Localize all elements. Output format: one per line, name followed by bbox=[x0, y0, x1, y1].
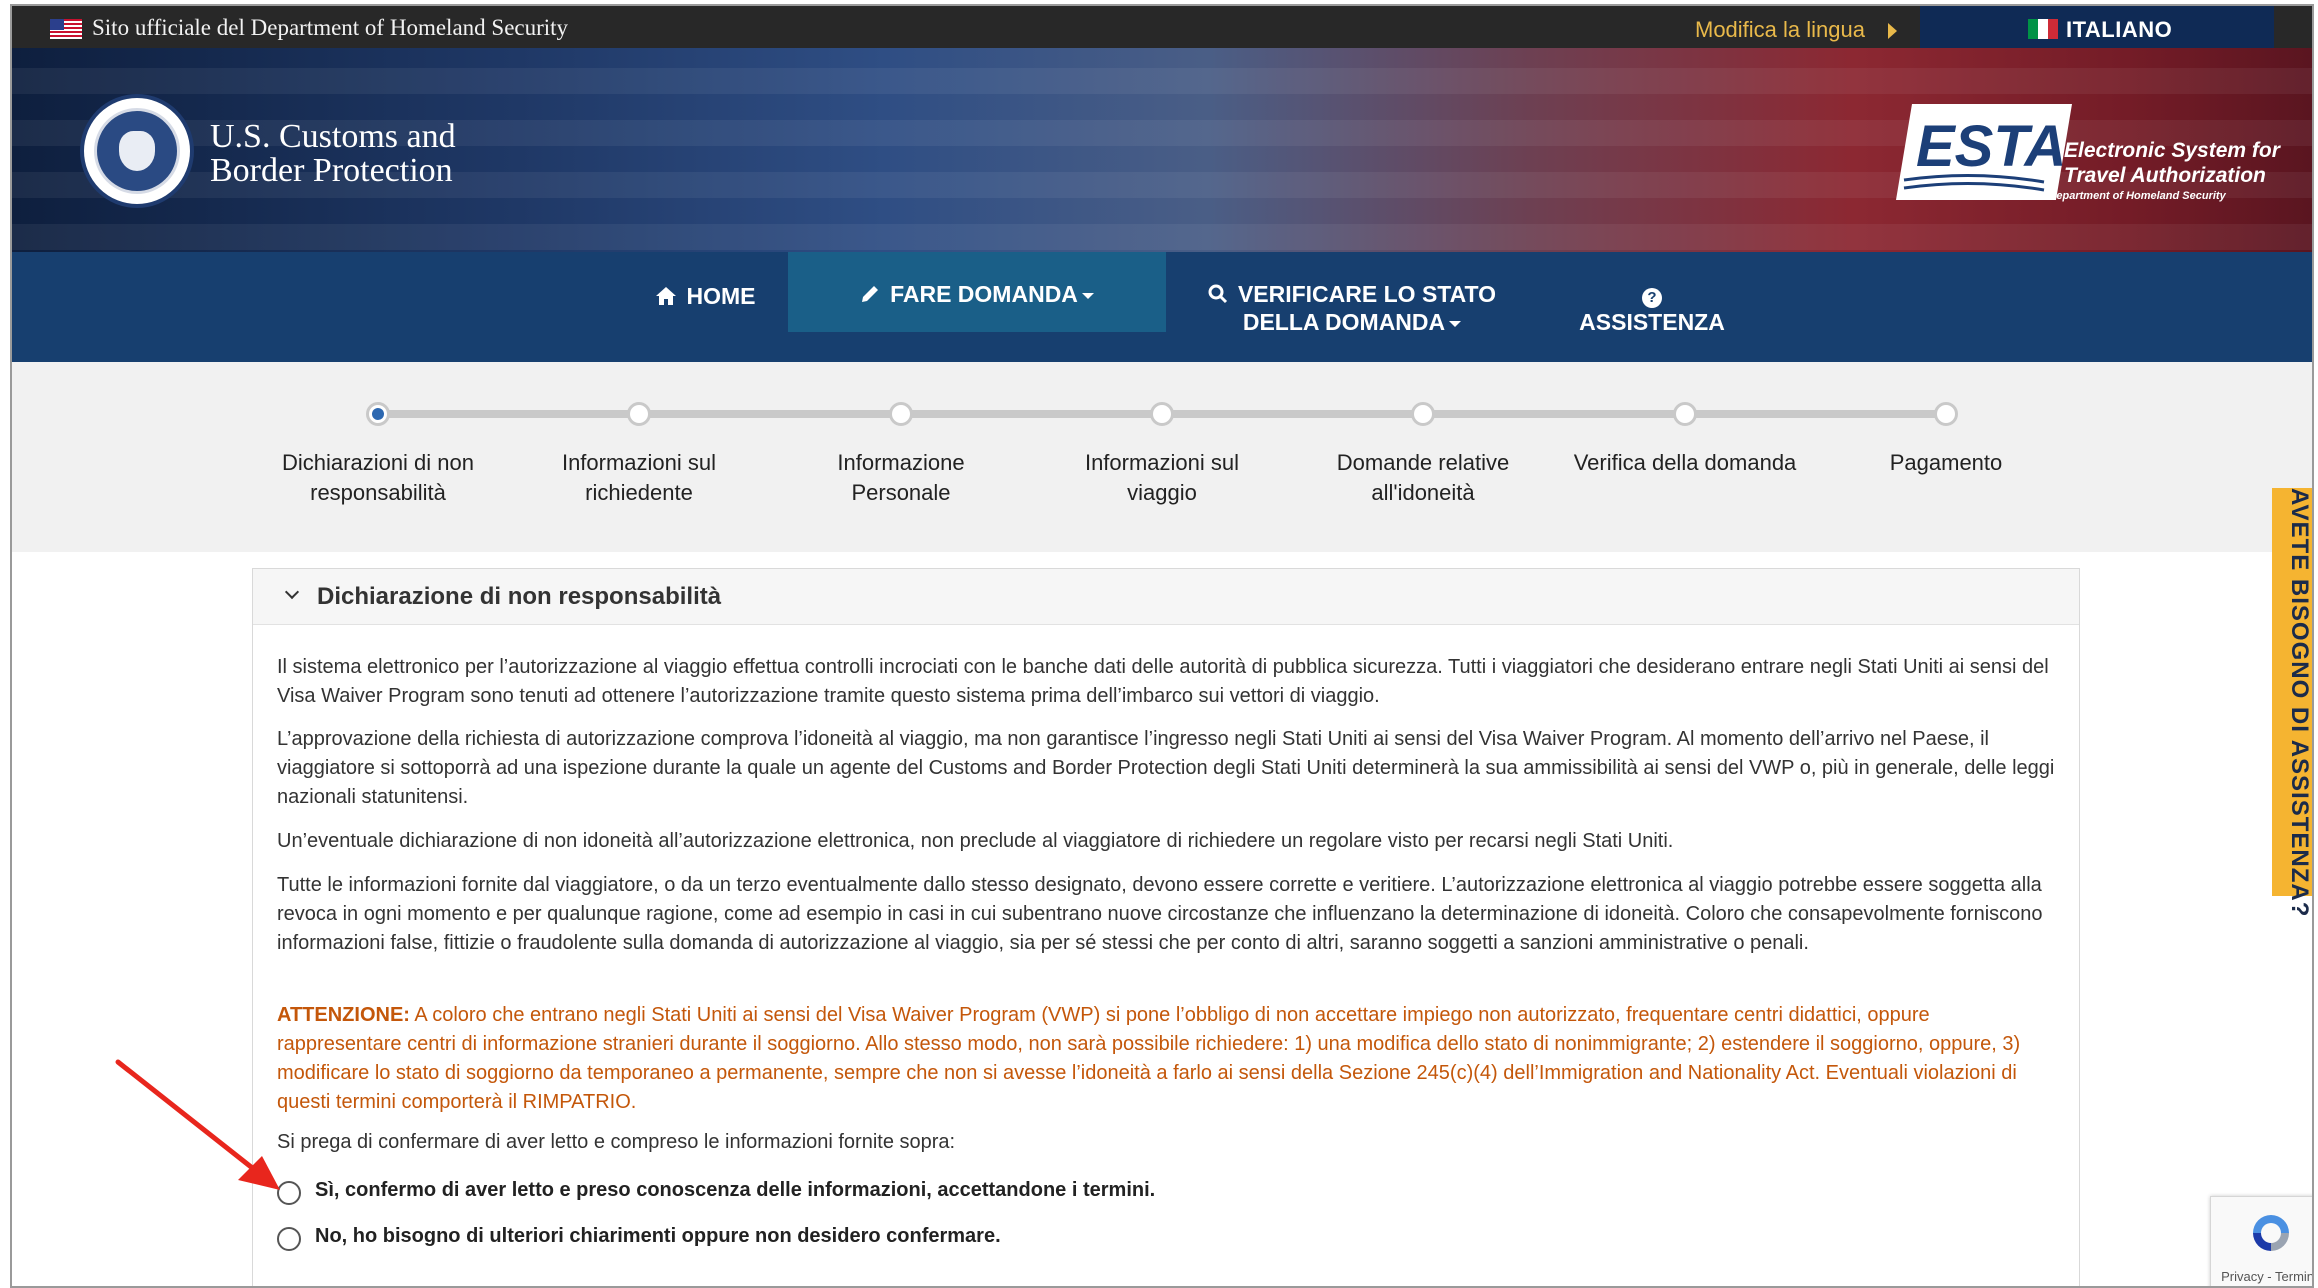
disclaimer-paragraph-2: L’approvazione della richiesta di autori… bbox=[277, 728, 2055, 808]
red-arrow-annotation bbox=[115, 1059, 280, 1190]
disclaimer-panel-header[interactable]: Dichiarazione di non responsabilità bbox=[253, 569, 2079, 625]
browser-frame: Sito ufficiale del Department of Homelan… bbox=[10, 4, 2314, 1288]
step-label-payment: Pagamento bbox=[1826, 448, 2066, 478]
confirm-no-radio[interactable] bbox=[277, 1227, 301, 1251]
recaptcha-badge[interactable]: Privacy - Termini bbox=[2210, 1196, 2312, 1286]
dhs-seal-logo[interactable] bbox=[80, 94, 194, 208]
step-dot-1 bbox=[366, 402, 390, 426]
confirm-no-label[interactable]: No, ho bisogno di ulteriori chiarimenti … bbox=[315, 1225, 1001, 1248]
caret-down-icon bbox=[1081, 292, 1094, 299]
us-flag-icon bbox=[50, 19, 82, 39]
agency-name-line1: U.S. Customs and bbox=[210, 118, 456, 155]
official-site-bar: Sito ufficiale del Department of Homelan… bbox=[12, 6, 2312, 48]
step-dot-5 bbox=[1411, 402, 1435, 426]
step-label-travel: Informazioni sul viaggio bbox=[1042, 448, 1282, 508]
recaptcha-links[interactable]: Privacy - Termini bbox=[2211, 1269, 2312, 1284]
step-label-line: Pagamento bbox=[1889, 450, 2003, 475]
disclaimer-paragraph-1: Il sistema elettronico per l’autorizzazi… bbox=[277, 656, 2049, 707]
step-label-disclaimer: Dichiarazioni di non responsabilità bbox=[258, 448, 498, 508]
warning-label: ATTENZIONE: bbox=[277, 1004, 410, 1026]
language-selector[interactable]: ITALIANO bbox=[1920, 6, 2274, 48]
help-side-tab-label[interactable]: AVETE BISOGNO DI ASSISTENZA? bbox=[2272, 488, 2312, 917]
warning-paragraph: ATTENZIONE: A coloro che entrano negli S… bbox=[277, 1001, 2057, 1117]
progress-steps: Dichiarazioni di non responsabilità Info… bbox=[12, 362, 2312, 552]
nav-help[interactable]: ? ASSISTENZA bbox=[1562, 252, 1742, 362]
search-icon bbox=[1208, 284, 1227, 304]
chevron-down-icon bbox=[284, 584, 300, 600]
caret-right-icon bbox=[1888, 23, 1897, 39]
step-label-review: Verifica della domanda bbox=[1565, 448, 1805, 478]
confirm-prompt: Si prega di confermare di aver letto e c… bbox=[277, 1131, 956, 1153]
step-label-line: all'idoneità bbox=[1371, 480, 1475, 505]
nav-check-label-1: VERIFICARE LO STATO bbox=[1237, 281, 1497, 307]
pencil-icon bbox=[862, 286, 879, 302]
warning-text: A coloro che entrano negli Stati Uniti a… bbox=[277, 1004, 2021, 1113]
nav-apply-label: FARE DOMANDA bbox=[890, 281, 1078, 307]
step-label-applicant: Informazioni sul richiedente bbox=[519, 448, 759, 508]
panel-title: Dichiarazione di non responsabilità bbox=[317, 583, 722, 610]
site-header: U.S. Customs and Border Protection ESTA … bbox=[12, 48, 2312, 252]
question-circle-icon: ? bbox=[1642, 288, 1662, 308]
step-label-line: viaggio bbox=[1127, 480, 1197, 505]
step-dot-2 bbox=[627, 402, 651, 426]
caret-down-icon bbox=[1449, 320, 1462, 327]
esta-logo[interactable]: ESTA bbox=[1894, 100, 2074, 204]
step-label-eligibility: Domande relative all'idoneità bbox=[1303, 448, 1543, 508]
recaptcha-icon bbox=[2253, 1215, 2289, 1251]
disclaimer-paragraph-3: Un’eventuale dichiarazione di non idonei… bbox=[277, 830, 1674, 852]
nav-home[interactable]: HOME bbox=[640, 252, 770, 362]
nav-check-status[interactable]: VERIFICARE LO STATO DELLA DOMANDA bbox=[1202, 252, 1502, 362]
step-label-line: Domande relative bbox=[1336, 450, 1510, 475]
step-label-line: Personale bbox=[851, 480, 951, 505]
agency-name-line2: Border Protection bbox=[210, 152, 453, 189]
step-label-line: Informazioni sul bbox=[561, 450, 717, 475]
main-nav: HOME FARE DOMANDA VERIFICARE LO STATO DE… bbox=[12, 252, 2312, 362]
nav-help-label: ASSISTENZA bbox=[1579, 309, 1725, 335]
step-label-line: Dichiarazioni di non bbox=[282, 450, 474, 475]
esta-department: U.S. Department of Homeland Security bbox=[2024, 190, 2226, 202]
confirm-yes-label[interactable]: Sì, confermo di aver letto e preso conos… bbox=[315, 1179, 1155, 1202]
disclaimer-paragraph-4: Tutte le informazioni fornite dal viaggi… bbox=[277, 874, 2043, 954]
esta-tagline-line1: Electronic System for bbox=[2064, 139, 2280, 162]
step-dot-7 bbox=[1934, 402, 1958, 426]
nav-home-label: HOME bbox=[686, 283, 756, 309]
home-icon bbox=[655, 287, 676, 305]
step-dot-6 bbox=[1673, 402, 1697, 426]
step-label-line: Informazioni sul bbox=[1084, 450, 1240, 475]
nav-check-label-2: DELLA DOMANDA bbox=[1242, 309, 1446, 335]
esta-logo-text: ESTA bbox=[1916, 114, 2066, 179]
nav-apply[interactable]: FARE DOMANDA bbox=[788, 252, 1166, 332]
step-dot-3 bbox=[889, 402, 913, 426]
esta-tagline: Electronic System for Travel Authorizati… bbox=[2064, 138, 2280, 188]
step-dot-4 bbox=[1150, 402, 1174, 426]
disclaimer-panel: Dichiarazione di non responsabilità Il s… bbox=[252, 568, 2080, 1286]
italy-flag-icon bbox=[2028, 19, 2058, 39]
esta-tagline-line2: Travel Authorization bbox=[2064, 164, 2266, 187]
step-label-personal: Informazione Personale bbox=[781, 448, 1021, 508]
official-site-text: Sito ufficiale del Department of Homelan… bbox=[92, 15, 569, 40]
step-label-line: responsabilità bbox=[310, 480, 446, 505]
agency-name[interactable]: U.S. Customs and Border Protection bbox=[210, 120, 456, 188]
step-label-line: Verifica della domanda bbox=[1573, 450, 1797, 475]
step-label-line: Informazione bbox=[837, 450, 965, 475]
step-label-line: richiedente bbox=[585, 480, 693, 505]
current-language: ITALIANO bbox=[2066, 17, 2173, 42]
change-language-link[interactable]: Modifica la lingua bbox=[1695, 17, 1865, 43]
